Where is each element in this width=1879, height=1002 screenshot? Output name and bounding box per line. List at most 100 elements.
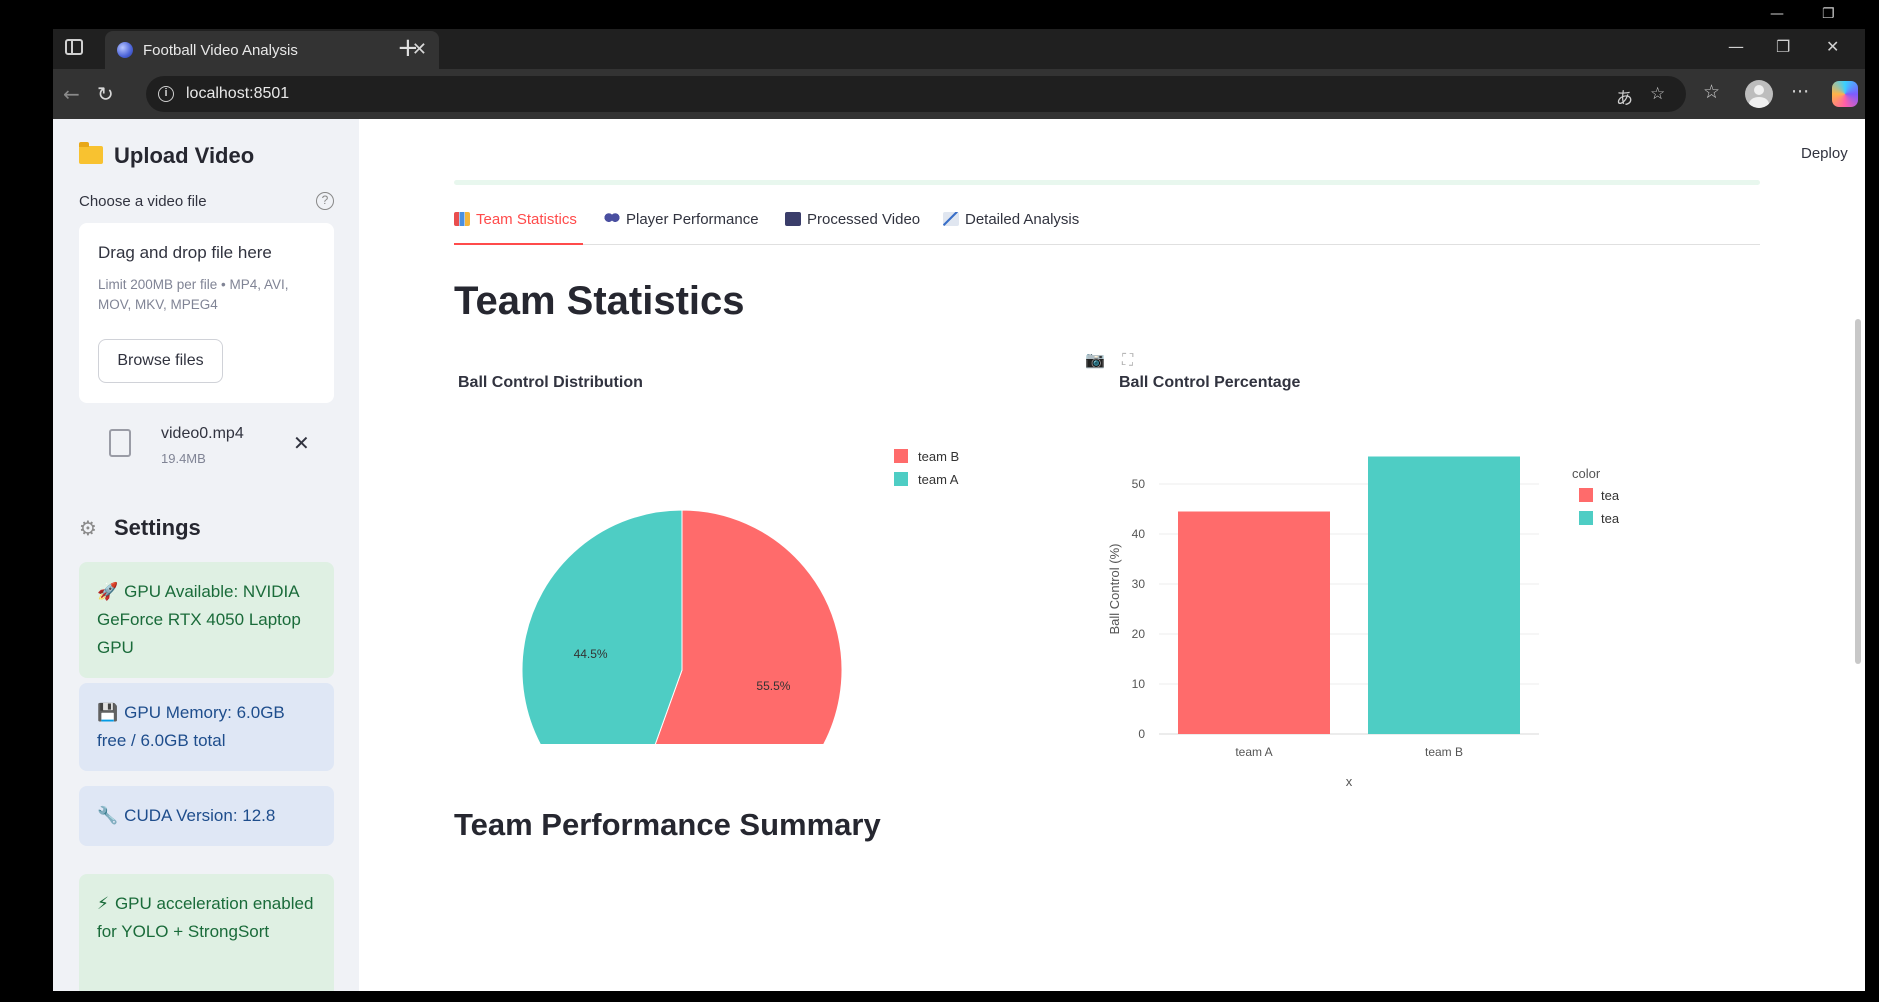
tab-label: Detailed Analysis — [965, 211, 1080, 228]
alert-text: GPU acceleration enabled for YOLO + Stro… — [97, 894, 314, 941]
tab-team-statistics[interactable]: Team Statistics — [454, 211, 583, 245]
os-restore-icon[interactable]: ❐ — [1822, 6, 1835, 22]
bar-chart-title: Ball Control Percentage — [1119, 374, 1301, 391]
tab-bar: Football Video Analysis ✕ + — ❐ ✕ — [53, 29, 1865, 69]
tab-actions-icon[interactable] — [65, 39, 83, 55]
alert-text: GPU Memory: 6.0GB free / 6.0GB total — [97, 703, 285, 750]
lightning-icon: ⚡ — [97, 894, 109, 914]
url-text: localhost:8501 — [186, 85, 290, 102]
line-chart-icon — [943, 212, 959, 226]
remove-file-icon[interactable]: ✕ — [293, 431, 310, 455]
new-tab-icon[interactable]: + — [397, 33, 419, 63]
y-tick-label: 50 — [1132, 477, 1146, 491]
screen: — ❐ Football Video Analysis ✕ + — ❐ ✕ ← … — [0, 0, 1879, 1002]
settings-title: Settings — [114, 515, 201, 540]
deploy-button[interactable]: Deploy — [1801, 145, 1848, 162]
dropzone-limit: Limit 200MB per file • MP4, AVI, MOV, MK… — [98, 277, 289, 312]
uploaded-file-name: video0.mp4 — [161, 425, 244, 442]
summary-heading: Team Performance Summary — [454, 807, 881, 842]
pie-value-label: 55.5% — [756, 679, 790, 693]
y-axis-label: Ball Control (%) — [1107, 543, 1122, 634]
tab-player-performance[interactable]: Player Performance — [604, 211, 759, 245]
rocket-icon: 🚀 — [97, 582, 119, 602]
y-tick-label: 30 — [1132, 577, 1146, 591]
pie-chart: 55.5% 44.5% team B team A — [521, 449, 959, 744]
tab-label: Player Performance — [626, 211, 759, 228]
film-icon — [785, 212, 801, 226]
bar-team-A — [1178, 511, 1330, 734]
restore-icon[interactable]: ❐ — [1776, 37, 1790, 56]
upload-title: Upload Video — [114, 143, 255, 168]
globe-favicon-icon — [117, 42, 133, 58]
bar-chart: 0 10 20 30 40 50 team A team B x Ball Control (%)… — [1107, 456, 1619, 789]
alert-text: CUDA Version: 12.8 — [124, 806, 276, 825]
floppy-disk-icon: 💾 — [97, 703, 119, 723]
pie-legend-label: team A — [918, 472, 959, 487]
bar-legend-label: team A — [1601, 488, 1619, 503]
bar-legend-label: team B — [1601, 511, 1619, 526]
browse-files-button[interactable]: Browse files — [98, 339, 223, 383]
y-tick-label: 40 — [1132, 527, 1146, 541]
progress-bar — [454, 180, 1760, 185]
bar-legend-swatch — [1579, 488, 1593, 502]
pie-chart-title: Ball Control Distribution — [458, 374, 643, 391]
bar-legend-swatch — [1579, 511, 1593, 525]
bar-chart-icon — [454, 212, 470, 226]
page-title: Team Statistics — [454, 279, 745, 323]
refresh-icon[interactable]: ↻ — [97, 82, 114, 106]
gpu-available-alert: 🚀 GPU Available: NVIDIA GeForce RTX 4050 … — [79, 562, 334, 678]
sidebar: Upload Video Choose a video file ? Drag … — [53, 119, 359, 991]
help-icon[interactable]: ? — [316, 192, 334, 210]
browser-tab[interactable]: Football Video Analysis ✕ — [105, 31, 439, 69]
uploaded-file-size: 19.4MB — [161, 451, 206, 466]
folder-icon — [79, 142, 103, 164]
tab-label: Team Statistics — [476, 211, 577, 228]
page-viewport: Upload Video Choose a video file ? Drag … — [53, 119, 1865, 991]
browser-window: Football Video Analysis ✕ + — ❐ ✕ ← ↻ i … — [53, 29, 1865, 991]
y-tick-label: 10 — [1132, 677, 1146, 691]
cuda-version-alert: 🔧 CUDA Version: 12.8 — [79, 786, 334, 846]
camera-icon[interactable]: 📷 — [1085, 350, 1105, 369]
main-content: Deploy ⋮ Team Statistics Player Performa… — [359, 119, 1865, 991]
favorite-star-icon[interactable]: ☆ — [1650, 84, 1665, 104]
fullscreen-icon[interactable]: ⛶ — [1122, 350, 1133, 370]
bar-team-B — [1368, 456, 1520, 734]
tab-detailed-analysis[interactable]: Detailed Analysis — [943, 211, 1079, 245]
gpu-memory-alert: 💾 GPU Memory: 6.0GB free / 6.0GB total — [79, 683, 334, 771]
profile-avatar-icon[interactable] — [1745, 80, 1773, 108]
copilot-icon[interactable] — [1832, 81, 1858, 107]
pie-legend-label: team B — [918, 449, 959, 464]
site-info-icon[interactable]: i — [158, 86, 174, 102]
alert-text: GPU Available: NVIDIA GeForce RTX 4050 L… — [97, 582, 301, 657]
x-axis-label: x — [1346, 774, 1353, 789]
wrench-icon: 🔧 — [97, 806, 119, 826]
pie-legend-swatch — [894, 449, 908, 463]
address-bar-row: ← ↻ i localhost:8501 あ ☆ ☆ ··· — [53, 69, 1865, 119]
pie-legend-swatch — [894, 472, 908, 486]
y-tick-label: 0 — [1138, 727, 1145, 741]
minimize-icon[interactable]: — — [1728, 37, 1744, 56]
file-icon — [109, 429, 131, 457]
x-tick-label: team A — [1235, 745, 1272, 759]
dropzone-title: Drag and drop file here — [98, 243, 272, 262]
back-icon[interactable]: ← — [63, 82, 80, 106]
read-aloud-icon[interactable]: あ — [1616, 84, 1633, 109]
tab-processed-video[interactable]: Processed Video — [785, 211, 920, 245]
x-tick-label: team B — [1425, 745, 1463, 759]
file-dropzone[interactable]: Drag and drop file here Limit 200MB per … — [79, 223, 334, 403]
tab-list: Team Statistics Player Performance Proce… — [454, 211, 1760, 245]
uploader-label: Choose a video file — [79, 193, 207, 210]
scrollbar[interactable] — [1855, 319, 1861, 664]
tab-label: Processed Video — [807, 211, 921, 228]
gpu-acceleration-alert: ⚡ GPU acceleration enabled for YOLO + Str… — [79, 874, 334, 991]
more-options-icon[interactable]: ··· — [1791, 81, 1809, 103]
favorites-icon[interactable]: ☆ — [1703, 81, 1720, 103]
address-bar[interactable]: i localhost:8501 あ ☆ — [146, 76, 1686, 112]
tab-title: Football Video Analysis — [143, 42, 298, 59]
people-icon — [604, 212, 620, 226]
os-minimize-icon[interactable]: — — [1770, 6, 1784, 22]
y-tick-label: 20 — [1132, 627, 1146, 641]
gear-icon: ⚙ — [79, 516, 97, 540]
close-window-icon[interactable]: ✕ — [1826, 37, 1839, 56]
pie-value-label: 44.5% — [574, 647, 608, 661]
